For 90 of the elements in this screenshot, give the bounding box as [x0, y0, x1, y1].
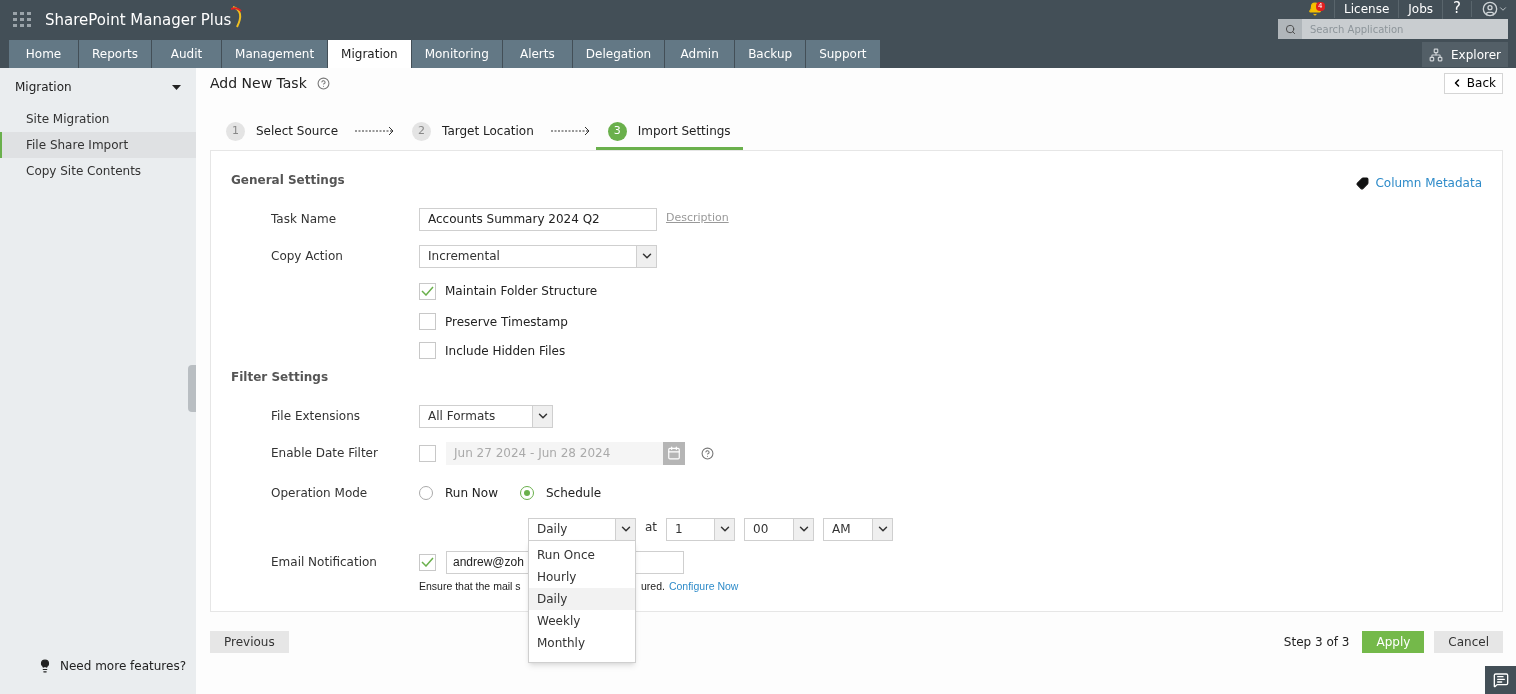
page-title: Add New Task: [210, 73, 307, 93]
radio-button[interactable]: [419, 486, 433, 500]
user-avatar-icon[interactable]: [1482, 0, 1498, 17]
step-number: 3: [607, 121, 627, 141]
calendar-icon[interactable]: [667, 446, 681, 460]
hour-select[interactable]: 1: [666, 517, 736, 541]
search-icon: [1284, 23, 1296, 35]
radio-label: Run Now: [445, 485, 498, 502]
configure-now-link[interactable]: Configure Now: [668, 579, 739, 595]
step-counter: Step 3 of 3: [1283, 634, 1350, 651]
apps-grid-icon[interactable]: [13, 12, 31, 28]
menu-item[interactable]: Daily: [529, 587, 635, 610]
sidebar-heading: Migration: [15, 79, 72, 96]
section-heading: General Settings: [231, 172, 345, 189]
checkbox-label: Include Hidden Files: [445, 342, 566, 360]
check-icon: [421, 286, 434, 296]
dotted-arrow-icon: [355, 126, 396, 136]
tag-icon: [1356, 176, 1370, 190]
explorer-button[interactable]: Explorer: [1422, 42, 1508, 67]
header-link[interactable]: Jobs: [1398, 0, 1443, 18]
nav-tab[interactable]: Delegation: [572, 40, 665, 68]
menu-item[interactable]: Run Once: [529, 543, 635, 566]
nav-tab[interactable]: Admin: [665, 40, 735, 68]
dotted-arrow-icon: [550, 126, 591, 136]
menu-item[interactable]: Weekly: [529, 609, 635, 632]
field-label: File Extensions: [270, 408, 362, 425]
checkbox[interactable]: [419, 313, 436, 330]
file-extensions-select[interactable]: All Formats: [419, 404, 553, 428]
checkbox-label: Preserve Timestamp: [445, 313, 568, 331]
nav-tab[interactable]: Migration: [328, 40, 411, 68]
menu-item[interactable]: Monthly: [529, 631, 635, 654]
nav-tab[interactable]: Monitoring: [411, 40, 502, 68]
caret-icon[interactable]: [172, 84, 181, 90]
nav-tab[interactable]: Support: [806, 40, 880, 68]
help-icon[interactable]: [701, 446, 714, 460]
email-field[interactable]: andrew@zoh: [446, 550, 528, 574]
nav-tab[interactable]: Alerts: [502, 40, 572, 68]
minute-select[interactable]: 00: [744, 517, 815, 541]
checkbox[interactable]: [419, 282, 436, 300]
checkbox[interactable]: [419, 553, 436, 571]
check-icon: [421, 557, 434, 567]
section-heading: Filter Settings: [231, 369, 330, 384]
cancel-button[interactable]: Cancel: [1434, 631, 1503, 653]
checkbox[interactable]: [419, 342, 436, 359]
field-label: Email Notification: [270, 554, 378, 571]
nav-tab[interactable]: Management: [222, 40, 328, 68]
menu-item[interactable]: Hourly: [529, 565, 635, 588]
hint-text: ured.: [641, 579, 665, 595]
nav-tab[interactable]: Reports: [79, 40, 152, 68]
field-label: Copy Action: [270, 248, 344, 265]
nav-tab[interactable]: Audit: [152, 40, 222, 68]
nav-tab[interactable]: Backup: [735, 40, 806, 68]
feature-request-link[interactable]: Need more features?: [60, 657, 187, 675]
checkbox[interactable]: [419, 444, 436, 462]
search-button[interactable]: [1278, 19, 1302, 39]
collapse-handle[interactable]: [188, 365, 196, 412]
field-label: Operation Mode: [270, 485, 369, 502]
checkbox-label: Maintain Folder Structure: [445, 283, 598, 300]
wizard-step[interactable]: 1 Select Source: [214, 112, 351, 150]
previous-button[interactable]: Previous: [210, 631, 289, 653]
sidebar-item[interactable]: Copy Site Contents: [0, 158, 196, 184]
step-number: 1: [226, 121, 245, 141]
app-title: SharePoint Manager Plus: [45, 9, 232, 31]
column-metadata-link[interactable]: Column Metadata: [1356, 174, 1482, 192]
chat-button[interactable]: [1485, 666, 1516, 694]
sidebar-item[interactable]: File Share Import: [0, 132, 196, 158]
field-label: Task Name: [270, 211, 338, 228]
back-button[interactable]: Back: [1443, 72, 1503, 94]
step-label: Target Location: [442, 123, 534, 140]
nav-tab[interactable]: Home: [9, 40, 78, 68]
search-field[interactable]: Search Application: [1302, 19, 1508, 39]
tree-icon: [1429, 47, 1444, 62]
step-label: Select Source: [256, 123, 339, 140]
step-label: Import Settings: [637, 123, 731, 140]
at-label: at: [645, 519, 658, 536]
radio-button[interactable]: [519, 486, 534, 500]
lightbulb-icon: [38, 659, 52, 673]
wizard-step[interactable]: 2 Target Location: [400, 112, 546, 150]
copy-action-select[interactable]: Incremental: [419, 244, 657, 268]
hint-text: Ensure that the mail s: [419, 579, 521, 595]
field-label: Enable Date Filter: [270, 445, 379, 462]
help-icon[interactable]: [316, 76, 330, 90]
sidebar-item[interactable]: Site Migration: [0, 106, 196, 132]
period-select[interactable]: AM: [823, 517, 894, 541]
header-link[interactable]: License: [1334, 0, 1399, 18]
chat-icon: [1492, 672, 1509, 688]
frequency-select[interactable]: Daily: [528, 517, 636, 541]
radio-label: Schedule: [545, 485, 602, 502]
task-name-field[interactable]: Accounts Summary 2024 Q2: [419, 207, 657, 231]
step-number: 2: [412, 121, 432, 141]
